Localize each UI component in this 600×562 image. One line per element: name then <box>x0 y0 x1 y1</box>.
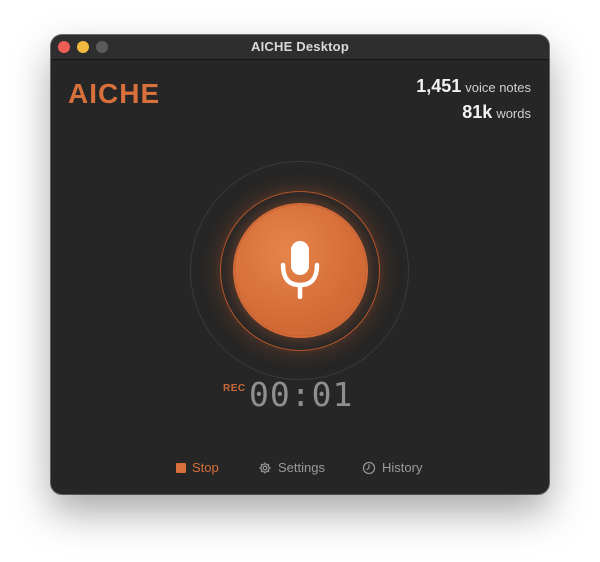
rec-indicator: REC <box>223 383 246 394</box>
brand-logo: AICHE <box>68 78 161 109</box>
record-button[interactable] <box>235 205 366 336</box>
stop-square-icon <box>176 462 186 473</box>
stop-label: Stop <box>192 460 219 475</box>
voice-notes-stat: 1,451 voice notes <box>416 76 531 97</box>
voice-notes-count: 1,451 <box>416 76 462 96</box>
stop-button[interactable]: Stop <box>176 460 219 475</box>
words-stat: 81k words <box>462 102 531 123</box>
bottom-toolbar: Stop Settings History <box>51 460 549 480</box>
window-title: AICHE Desktop <box>251 39 349 54</box>
title-bar: AICHE Desktop <box>51 35 549 60</box>
voice-notes-label: voice notes <box>465 80 531 95</box>
microphone-icon <box>280 241 320 299</box>
history-label: History <box>382 460 423 475</box>
elapsed-time: 00:01 <box>249 375 354 414</box>
words-label: words <box>496 106 531 121</box>
history-button[interactable]: History <box>362 460 422 475</box>
clock-icon <box>362 461 376 474</box>
words-count: 81k <box>462 102 493 122</box>
settings-button[interactable]: Settings <box>258 460 325 475</box>
app-window: AICHE Desktop AICHE 1,451 voice notes 81k… <box>51 35 549 494</box>
gear-icon <box>259 461 271 474</box>
settings-label: Settings <box>278 460 325 475</box>
